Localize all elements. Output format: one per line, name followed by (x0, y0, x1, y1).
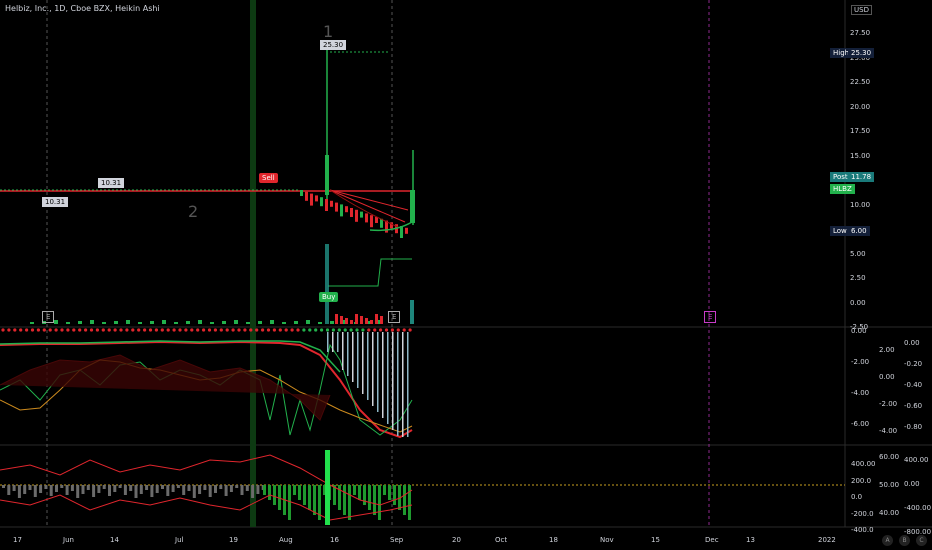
osc2b-tick-2: 40.00 (879, 509, 900, 517)
time-tick-5: Aug (279, 536, 293, 544)
price-tick-0: 27.50 (850, 29, 871, 37)
time-tick-13: Dec (705, 536, 719, 544)
osc2-tick-3: -200.0 (851, 509, 874, 518)
wave-number-1: 1 (323, 22, 334, 41)
osc1b-tick-1: 0.00 (879, 373, 895, 381)
sell-signal[interactable]: Sell (259, 173, 278, 183)
osc1c-tick-2: -0.40 (904, 381, 923, 389)
osc1-tick-1: -2.00 (851, 358, 870, 366)
peak-label: 25.30 (320, 40, 347, 50)
price-tick-5: 15.00 (850, 151, 871, 160)
time-tick-11: Nov (600, 536, 614, 544)
earnings-marker-1[interactable]: E (42, 311, 55, 323)
osc1-tick-2: -4.00 (851, 389, 870, 397)
post-value: 11.78 (848, 172, 875, 182)
time-tick-0: 17 (13, 536, 22, 544)
osc1-tick-3: -6.00 (851, 420, 870, 428)
price-tick-7: 10.00 (850, 200, 871, 209)
low-value: 6.00 (848, 226, 870, 236)
osc2-tick-0: 400.00 (851, 460, 876, 468)
time-tick-15: 2022 (818, 536, 836, 544)
axis-button-a[interactable]: A (882, 535, 893, 546)
time-tick-14: 13 (746, 536, 755, 544)
osc1c-tick-3: -0.60 (904, 402, 923, 410)
price-tick-11: 0.00 (850, 298, 866, 307)
price-tick-9: 5.00 (850, 249, 866, 258)
osc1c-tick-0: 0.00 (904, 339, 920, 347)
osc2c-tick-2: -400.00 (904, 504, 932, 512)
osc1-tick-0: 0.00 (851, 327, 867, 335)
price-tick-2: 22.50 (850, 78, 871, 86)
earnings-marker-3[interactable]: E (704, 311, 717, 323)
osc2c-tick-3: -800.00 (904, 528, 932, 536)
currency-button[interactable]: USD (851, 5, 872, 15)
osc2b-tick-1: 50.00 (879, 481, 900, 489)
price-tick-3: 20.00 (850, 102, 871, 111)
osc1c-tick-1: -0.20 (904, 360, 923, 368)
time-tick-12: 15 (651, 536, 660, 544)
time-tick-7: Sep (390, 536, 404, 544)
time-tick-4: 19 (229, 536, 238, 544)
osc2-tick-4: -400.0 (851, 526, 874, 534)
price-tick-4: 17.50 (850, 127, 871, 135)
osc2b-tick-0: 60.00 (879, 453, 900, 461)
osc2c-tick-1: 0.00 (904, 480, 920, 488)
buy-signal[interactable]: Buy (319, 292, 339, 302)
low-label: Low (830, 226, 850, 236)
time-tick-8: 20 (452, 536, 461, 544)
annotation-mid: 10.31 (98, 178, 125, 188)
wave-number-2: 2 (188, 202, 199, 221)
time-tick-9: Oct (495, 536, 508, 544)
time-tick-6: 16 (330, 536, 339, 544)
osc1b-tick-0: 2.00 (879, 346, 895, 354)
annotation-left: 10.31 (42, 197, 69, 207)
symbol-badge: HLBZ (830, 184, 855, 194)
earnings-marker-2[interactable]: E (388, 311, 401, 323)
osc1b-tick-3: -4.00 (879, 427, 898, 435)
price-tick-10: 2.50 (850, 274, 866, 282)
time-tick-10: 18 (549, 536, 558, 544)
time-tick-1: Jun (63, 536, 74, 544)
osc2-tick-2: 0.0 (851, 493, 863, 501)
axis-button-c[interactable]: C (916, 535, 927, 546)
osc2c-tick-0: 400.00 (904, 456, 929, 464)
time-tick-3: Jul (175, 536, 184, 544)
chart-title: Helbiz, Inc., 1D, Cboe BZX, Heikin Ashi (5, 4, 160, 13)
high-value: 25.30 (848, 48, 875, 58)
osc1b-tick-2: -2.00 (879, 400, 898, 408)
time-tick-2: 14 (110, 536, 119, 544)
axis-button-b[interactable]: B (899, 535, 910, 546)
osc1c-tick-4: -0.80 (904, 423, 923, 431)
highlight-band (250, 0, 256, 527)
chart-canvas[interactable] (0, 0, 932, 550)
osc2-tick-1: 200.0 (851, 476, 872, 485)
